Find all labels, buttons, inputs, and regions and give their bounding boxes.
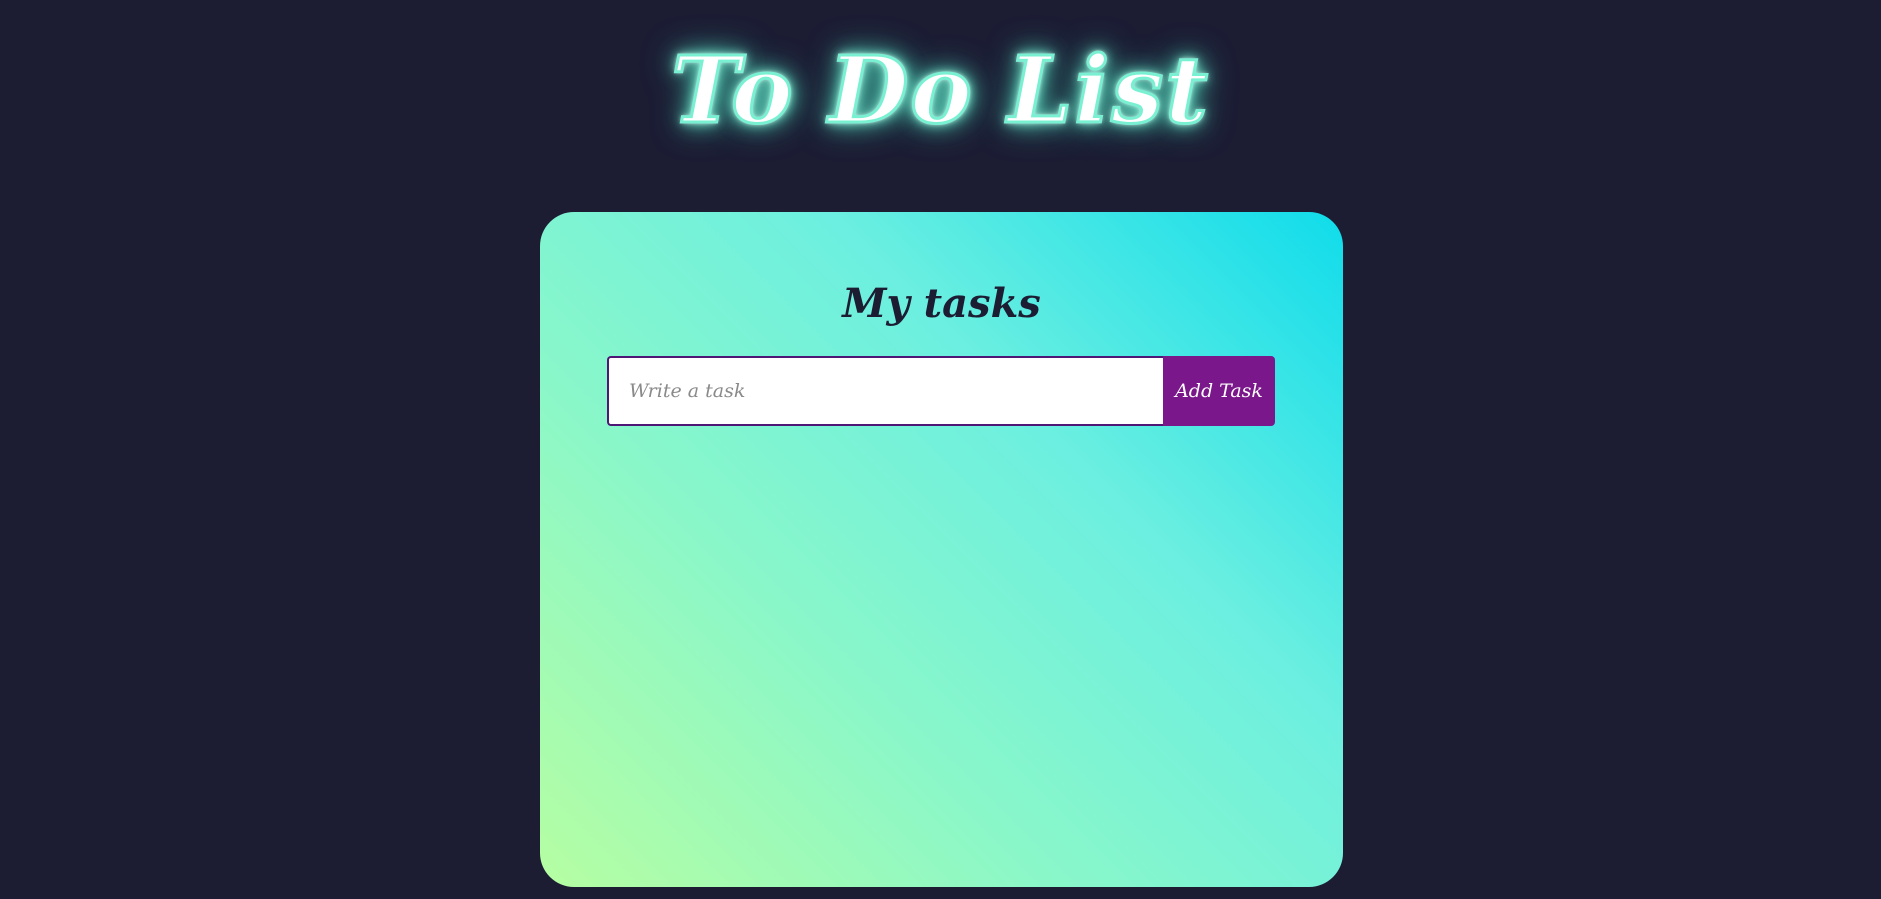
add-task-form: Add Task — [607, 356, 1275, 426]
task-input[interactable] — [607, 356, 1163, 426]
task-list — [607, 452, 1275, 852]
tasks-heading: My tasks — [842, 280, 1041, 327]
page-title: To Do List — [670, 35, 1210, 146]
add-task-button[interactable]: Add Task — [1163, 356, 1275, 426]
tasks-card: My tasks Add Task — [540, 212, 1343, 887]
